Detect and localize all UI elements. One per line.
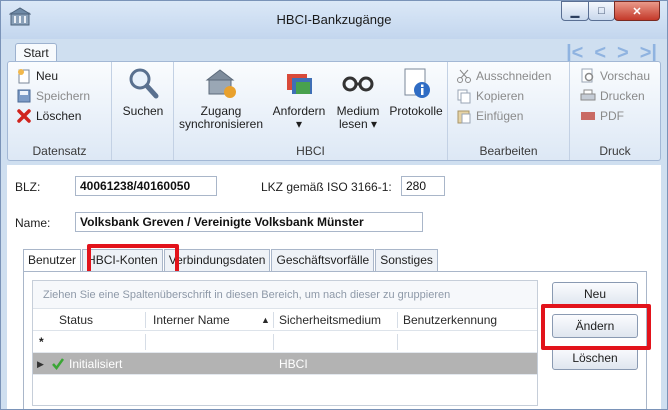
- request-icon: [287, 74, 312, 94]
- tab-benutzer[interactable]: Benutzer: [23, 249, 82, 273]
- group-bearbeiten: Ausschneiden Kopieren Einfügen Bearbeite…: [448, 62, 570, 160]
- protokolle-label: Protokolle: [389, 104, 443, 118]
- tab-strip: Benutzer HBCI-Konten Verbindungsdaten Ge…: [23, 249, 439, 273]
- blz-label: BLZ:: [15, 180, 41, 194]
- copy-icon: [457, 89, 471, 104]
- protocol-info-icon: [404, 68, 430, 98]
- row-indicator-icon: ▶: [37, 359, 44, 369]
- blz-field[interactable]: 40061238/40160050: [75, 176, 217, 196]
- kopieren-button[interactable]: Kopieren: [456, 88, 524, 104]
- group-label-bearbeiten: Bearbeiten: [479, 144, 538, 158]
- preview-icon: [581, 68, 594, 83]
- lkz-label: LKZ gemäß ISO 3166-1:: [261, 180, 392, 194]
- tab-sonstiges[interactable]: Sonstiges: [375, 249, 438, 271]
- protokolle-button[interactable]: Protokolle: [386, 66, 446, 118]
- scissors-icon: [457, 69, 471, 83]
- content-area: BLZ: 40061238/40160050 LKZ gemäß ISO 316…: [7, 165, 661, 409]
- group-datensatz: Neu Speichern Löschen Datensatz: [8, 62, 112, 160]
- tab-geschaeftsvorfaelle[interactable]: Geschäftsvorfälle: [271, 249, 375, 271]
- pdf-label: PDF: [600, 109, 624, 123]
- name-field[interactable]: Volksbank Greven / Vereinigte Volksbank …: [75, 212, 423, 232]
- vorschau-label: Vorschau: [600, 69, 651, 83]
- kopieren-label: Kopieren: [476, 89, 525, 103]
- save-icon: [17, 89, 31, 103]
- neu-label: Neu: [36, 69, 59, 83]
- ausschneiden-label: Ausschneiden: [476, 69, 552, 83]
- delete-x-icon: [17, 109, 31, 123]
- hbci-window: HBCI-Bankzugänge ▁ □ ✕ Start |< < > >| N…: [0, 0, 668, 410]
- glasses-icon: [342, 76, 374, 92]
- neu-button[interactable]: Neu: [16, 68, 58, 84]
- medium-label-2: lesen ▾: [338, 117, 378, 131]
- checkmark-icon: [52, 358, 65, 371]
- drucken-label: Drucken: [600, 89, 645, 103]
- sort-ascending-icon: ▲: [261, 315, 270, 325]
- zugang-label-2: synchronisieren: [178, 117, 264, 131]
- tab-verbindungsdaten[interactable]: Verbindungsdaten: [163, 249, 271, 271]
- group-by-hint[interactable]: Ziehen Sie eine Spaltenüberschrift in di…: [33, 281, 537, 309]
- new-row-marker: *: [39, 335, 44, 349]
- highlight-aendern: [541, 304, 651, 350]
- row-security-medium: HBCI: [279, 357, 308, 371]
- group-label-hbci: HBCI: [296, 144, 325, 158]
- close-button[interactable]: ✕: [614, 1, 660, 21]
- vorschau-button[interactable]: Vorschau: [580, 68, 650, 84]
- anfordern-button[interactable]: Anfordern ▾: [266, 66, 332, 131]
- new-document-icon: [18, 69, 30, 84]
- new-row[interactable]: *: [33, 331, 537, 353]
- grid-header: Status Interner Name ▲ Sicherheitsmedium…: [33, 309, 537, 331]
- ausschneiden-button[interactable]: Ausschneiden: [456, 68, 551, 84]
- group-label-druck: Druck: [599, 144, 631, 158]
- title-bar: HBCI-Bankzugänge ▁ □ ✕: [1, 1, 667, 39]
- column-separator: [145, 312, 146, 328]
- einfuegen-button[interactable]: Einfügen: [456, 108, 523, 124]
- tab-body-benutzer: Ziehen Sie eine Spaltenüberschrift in di…: [23, 271, 651, 409]
- pdf-button[interactable]: PDF: [580, 108, 624, 124]
- einfuegen-label: Einfügen: [476, 109, 524, 123]
- ribbon: Neu Speichern Löschen Datensatz Suchen Z…: [7, 61, 661, 161]
- speichern-button[interactable]: Speichern: [16, 88, 90, 104]
- ribbon-tab-bar: Start |< < > >|: [1, 39, 667, 64]
- anfordern-dropdown-icon[interactable]: ▾: [266, 118, 332, 131]
- speichern-label: Speichern: [36, 89, 91, 103]
- neu-user-button[interactable]: Neu: [552, 282, 638, 306]
- group-suchen: Suchen: [112, 62, 174, 160]
- loeschen-label: Löschen: [36, 109, 82, 123]
- minimize-button[interactable]: ▁: [561, 1, 589, 21]
- column-separator: [273, 312, 274, 328]
- zugang-synchronisieren-button[interactable]: Zugang synchronisieren: [178, 66, 264, 131]
- lkz-field[interactable]: 280: [401, 176, 445, 196]
- column-separator: [397, 312, 398, 328]
- suchen-label: Suchen: [122, 104, 164, 118]
- paste-icon: [457, 110, 471, 124]
- pdf-icon: [581, 112, 595, 120]
- search-icon: [129, 68, 159, 99]
- table-row[interactable]: ▶ Initialisiert HBCI: [33, 353, 537, 375]
- row-status: Initialisiert: [69, 357, 123, 371]
- printer-icon: [580, 89, 596, 101]
- column-header-benutzerkennung[interactable]: Benutzerkennung: [403, 313, 497, 327]
- maximize-button[interactable]: □: [588, 1, 615, 21]
- column-header-sicherheitsmedium[interactable]: Sicherheitsmedium: [279, 313, 381, 327]
- column-header-status[interactable]: Status: [59, 313, 93, 327]
- group-druck: Vorschau Drucken PDF Druck: [570, 62, 660, 160]
- group-label-datensatz: Datensatz: [32, 144, 87, 158]
- bank-sync-icon: [205, 69, 236, 98]
- drucken-button[interactable]: Drucken: [580, 88, 645, 104]
- group-hbci: Zugang synchronisieren Anfordern ▾ Mediu…: [174, 62, 448, 160]
- name-label: Name:: [15, 216, 51, 230]
- column-separator: [397, 334, 398, 350]
- tab-start[interactable]: Start: [15, 43, 57, 63]
- column-separator: [273, 334, 274, 350]
- suchen-button[interactable]: Suchen: [117, 66, 169, 118]
- loeschen-button[interactable]: Löschen: [16, 108, 81, 124]
- user-grid: Ziehen Sie eine Spaltenüberschrift in di…: [32, 280, 538, 406]
- column-header-interner-name[interactable]: Interner Name: [153, 313, 230, 327]
- medium-lesen-button[interactable]: Medium lesen ▾: [332, 66, 384, 131]
- column-separator: [145, 334, 146, 350]
